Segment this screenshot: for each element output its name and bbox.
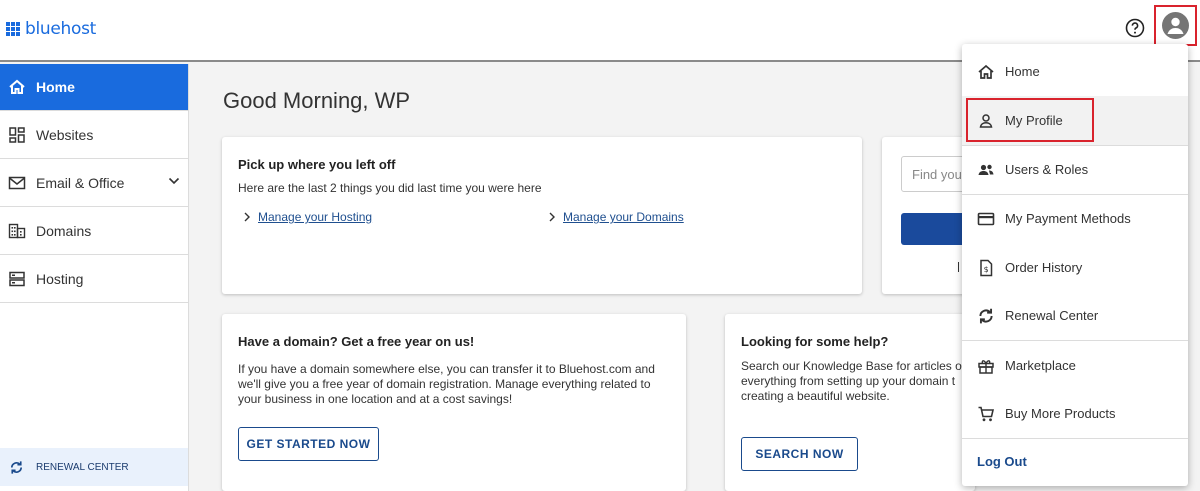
manage-hosting-link-text[interactable]: Manage your Hosting: [258, 210, 372, 224]
menu-item-label: Buy More Products: [1005, 406, 1116, 421]
domain-promo-title: Have a domain? Get a free year on us!: [238, 334, 475, 349]
account-dropdown-menu: Home My Profile Users & Roles My Payment…: [962, 44, 1188, 486]
menu-item-order-history[interactable]: $ Order History: [962, 243, 1188, 292]
highlight-box: [966, 98, 1094, 142]
manage-domains-link-text[interactable]: Manage your Domains: [563, 210, 684, 224]
sidebar-item-hosting[interactable]: Hosting: [0, 255, 188, 303]
home-icon: [8, 78, 26, 96]
domain-promo-body: If you have a domain somewhere else, you…: [238, 362, 655, 406]
sidebar-item-label: Websites: [36, 126, 94, 143]
help-card-line: creating a beautiful website.: [741, 389, 890, 403]
manage-domains-link[interactable]: Manage your Domains: [548, 210, 684, 224]
sidebar-item-websites[interactable]: Websites: [0, 111, 188, 159]
pickup-card-title: Pick up where you left off: [238, 157, 396, 172]
logo-text: bluehost: [25, 19, 97, 39]
menu-item-my-profile[interactable]: My Profile: [962, 96, 1188, 145]
gift-icon: [977, 357, 995, 375]
sidebar-item-home[interactable]: Home: [0, 64, 188, 111]
sidebar-item-label: Hosting: [36, 270, 84, 287]
menu-item-label: Users & Roles: [1005, 162, 1089, 177]
cart-icon: [977, 405, 995, 423]
menu-item-label: Renewal Center: [1005, 308, 1099, 323]
menu-item-label: Order History: [1005, 260, 1083, 275]
home-icon: [977, 63, 995, 81]
sidebar: Home Websites Email & Office Domains Hos…: [0, 64, 189, 491]
sidebar-item-label: Email & Office: [36, 174, 125, 191]
sidebar-item-label: Domains: [36, 222, 92, 239]
sidebar-item-label: Home: [36, 79, 75, 95]
menu-item-buy-more-products[interactable]: Buy More Products: [962, 389, 1188, 438]
help-card-line: everything from setting up your domain t: [741, 374, 956, 388]
menu-item-log-out[interactable]: Log Out: [962, 437, 1188, 486]
menu-item-renewal-center[interactable]: Renewal Center: [962, 291, 1188, 340]
receipt-icon: $: [977, 259, 995, 277]
chevron-right-icon: [244, 212, 250, 222]
help-card-body: Search our Knowledge Base for articles o…: [741, 359, 962, 404]
menu-item-label: Marketplace: [1005, 358, 1076, 373]
people-icon: [977, 161, 995, 179]
menu-item-payment-methods[interactable]: My Payment Methods: [962, 194, 1188, 243]
menu-item-label: My Payment Methods: [1005, 211, 1131, 226]
chevron-right-icon: [549, 212, 555, 222]
server-icon: [8, 270, 26, 288]
menu-item-home[interactable]: Home: [962, 47, 1188, 96]
account-menu-button[interactable]: [1154, 5, 1197, 46]
domain-promo-card: Have a domain? Get a free year on us! If…: [222, 314, 686, 491]
grid-icon: [6, 22, 20, 36]
renewal-center-label: RENEWAL CENTER: [36, 461, 129, 473]
get-started-button[interactable]: GET STARTED NOW: [238, 427, 379, 461]
menu-item-marketplace[interactable]: Marketplace: [962, 341, 1188, 390]
renewal-center-link[interactable]: RENEWAL CENTER: [0, 448, 188, 486]
sidebar-item-domains[interactable]: Domains: [0, 207, 188, 255]
search-submit-button[interactable]: [901, 213, 971, 245]
dashboard-icon: [8, 126, 26, 144]
manage-hosting-link[interactable]: Manage your Hosting: [243, 210, 372, 224]
refresh-icon: [977, 307, 995, 325]
search-now-button[interactable]: SEARCH NOW: [741, 437, 858, 471]
help-card-title: Looking for some help?: [741, 334, 889, 349]
svg-text:$: $: [984, 265, 989, 274]
refresh-icon: [9, 460, 24, 475]
menu-item-label: Home: [1005, 64, 1040, 79]
account-circle-icon: [1162, 12, 1189, 39]
sidebar-item-email-office[interactable]: Email & Office: [0, 159, 188, 207]
page-greeting: Good Morning, WP: [223, 88, 411, 113]
help-circle-icon[interactable]: [1125, 18, 1145, 38]
pickup-card-subtitle: Here are the last 2 things you did last …: [238, 181, 542, 195]
menu-item-users-roles[interactable]: Users & Roles: [962, 145, 1188, 194]
help-card-line: Search our Knowledge Base for articles o: [741, 359, 962, 373]
building-icon: [8, 222, 26, 240]
mail-icon: [8, 174, 26, 192]
chevron-down-icon[interactable]: [168, 175, 180, 187]
bluehost-logo[interactable]: bluehost: [6, 19, 96, 39]
credit-card-icon: [977, 210, 995, 228]
